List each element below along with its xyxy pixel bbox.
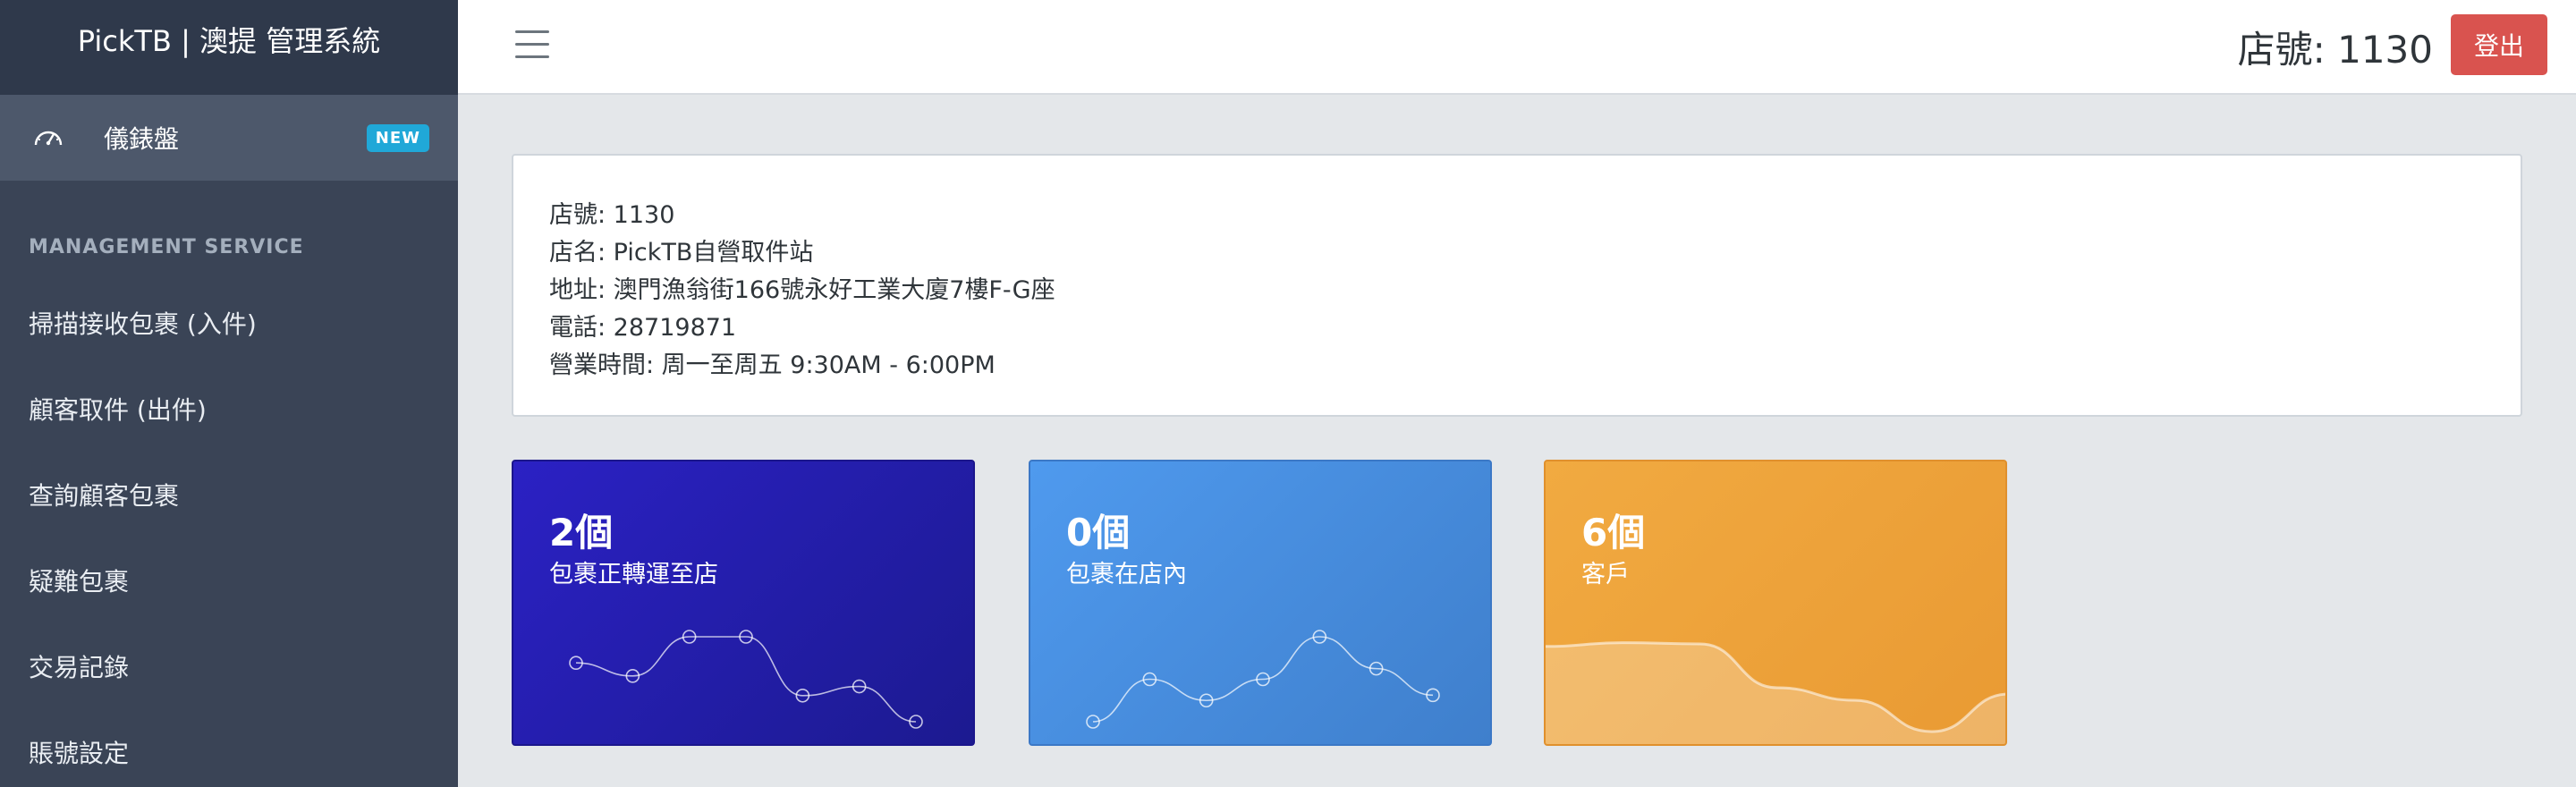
sidebar: PickTB | 澳提 管理系統 儀錶盤 NEW MANAGEMENT SERV… [0, 0, 458, 787]
sidebar-item-problem-parcels[interactable]: 疑難包裹 [0, 537, 458, 623]
stat-caption: 客戶 [1581, 561, 1630, 588]
sidebar-item-transactions[interactable]: 交易記錄 [0, 623, 458, 709]
sidebar-item-label: 儀錶盤 [104, 124, 180, 154]
stat-card-in-transit[interactable]: 2個 包裹正轉運至店 [512, 460, 975, 746]
logout-button[interactable]: 登出 [2451, 14, 2547, 75]
stat-caption: 包裹在店內 [1066, 561, 1187, 588]
area-fill [1546, 642, 2005, 744]
stat-value: 6個 [1581, 511, 1646, 554]
top-header: 店號: 1130 登出 [458, 0, 2576, 95]
shop-phone-line: 電話: 28719871 [549, 314, 737, 342]
shop-info-card: 店號: 1130 店名: PickTB自營取件站 地址: 澳門漁翁街166號永好… [512, 154, 2522, 417]
sparkline-chart [1086, 630, 1440, 729]
new-badge: NEW [366, 123, 429, 152]
sidebar-item-scan-receive[interactable]: 掃描接收包裹 (入件) [0, 280, 458, 366]
nav-section-title: MANAGEMENT SERVICE [29, 236, 304, 258]
sparkline-chart [569, 630, 923, 729]
shop-number: 店號: 1130 [2237, 28, 2433, 72]
stat-caption: 包裹正轉運至店 [549, 561, 718, 588]
stat-value: 0個 [1066, 511, 1131, 554]
nav-list: 掃描接收包裹 (入件) 顧客取件 (出件) 查詢顧客包裹 疑難包裹 交易記錄 賬… [0, 280, 458, 787]
stat-value: 2個 [549, 511, 614, 554]
app-brand[interactable]: PickTB | 澳提 管理系統 [0, 0, 458, 95]
shop-address-line: 地址: 澳門漁翁街166號永好工業大廈7樓F-G座 [549, 276, 1055, 304]
sidebar-item-search-parcels[interactable]: 查詢顧客包裹 [0, 452, 458, 537]
shop-hours-line: 營業時間: 周一至周五 9:30AM - 6:00PM [549, 351, 996, 379]
sidebar-item-account-settings[interactable]: 賬號設定 [0, 709, 458, 787]
speedometer-icon [34, 131, 63, 146]
stat-card-customers[interactable]: 6個 客戶 [1544, 460, 2007, 746]
shop-number-line: 店號: 1130 [549, 201, 675, 229]
area-chart [1546, 641, 2005, 744]
sidebar-item-dashboard[interactable]: 儀錶盤 NEW [0, 95, 458, 181]
sidebar-item-customer-pickup[interactable]: 顧客取件 (出件) [0, 366, 458, 452]
hamburger-icon[interactable] [515, 30, 549, 59]
shop-name-line: 店名: PickTB自營取件站 [549, 239, 814, 267]
stat-card-in-store[interactable]: 0個 包裹在店內 [1029, 460, 1492, 746]
